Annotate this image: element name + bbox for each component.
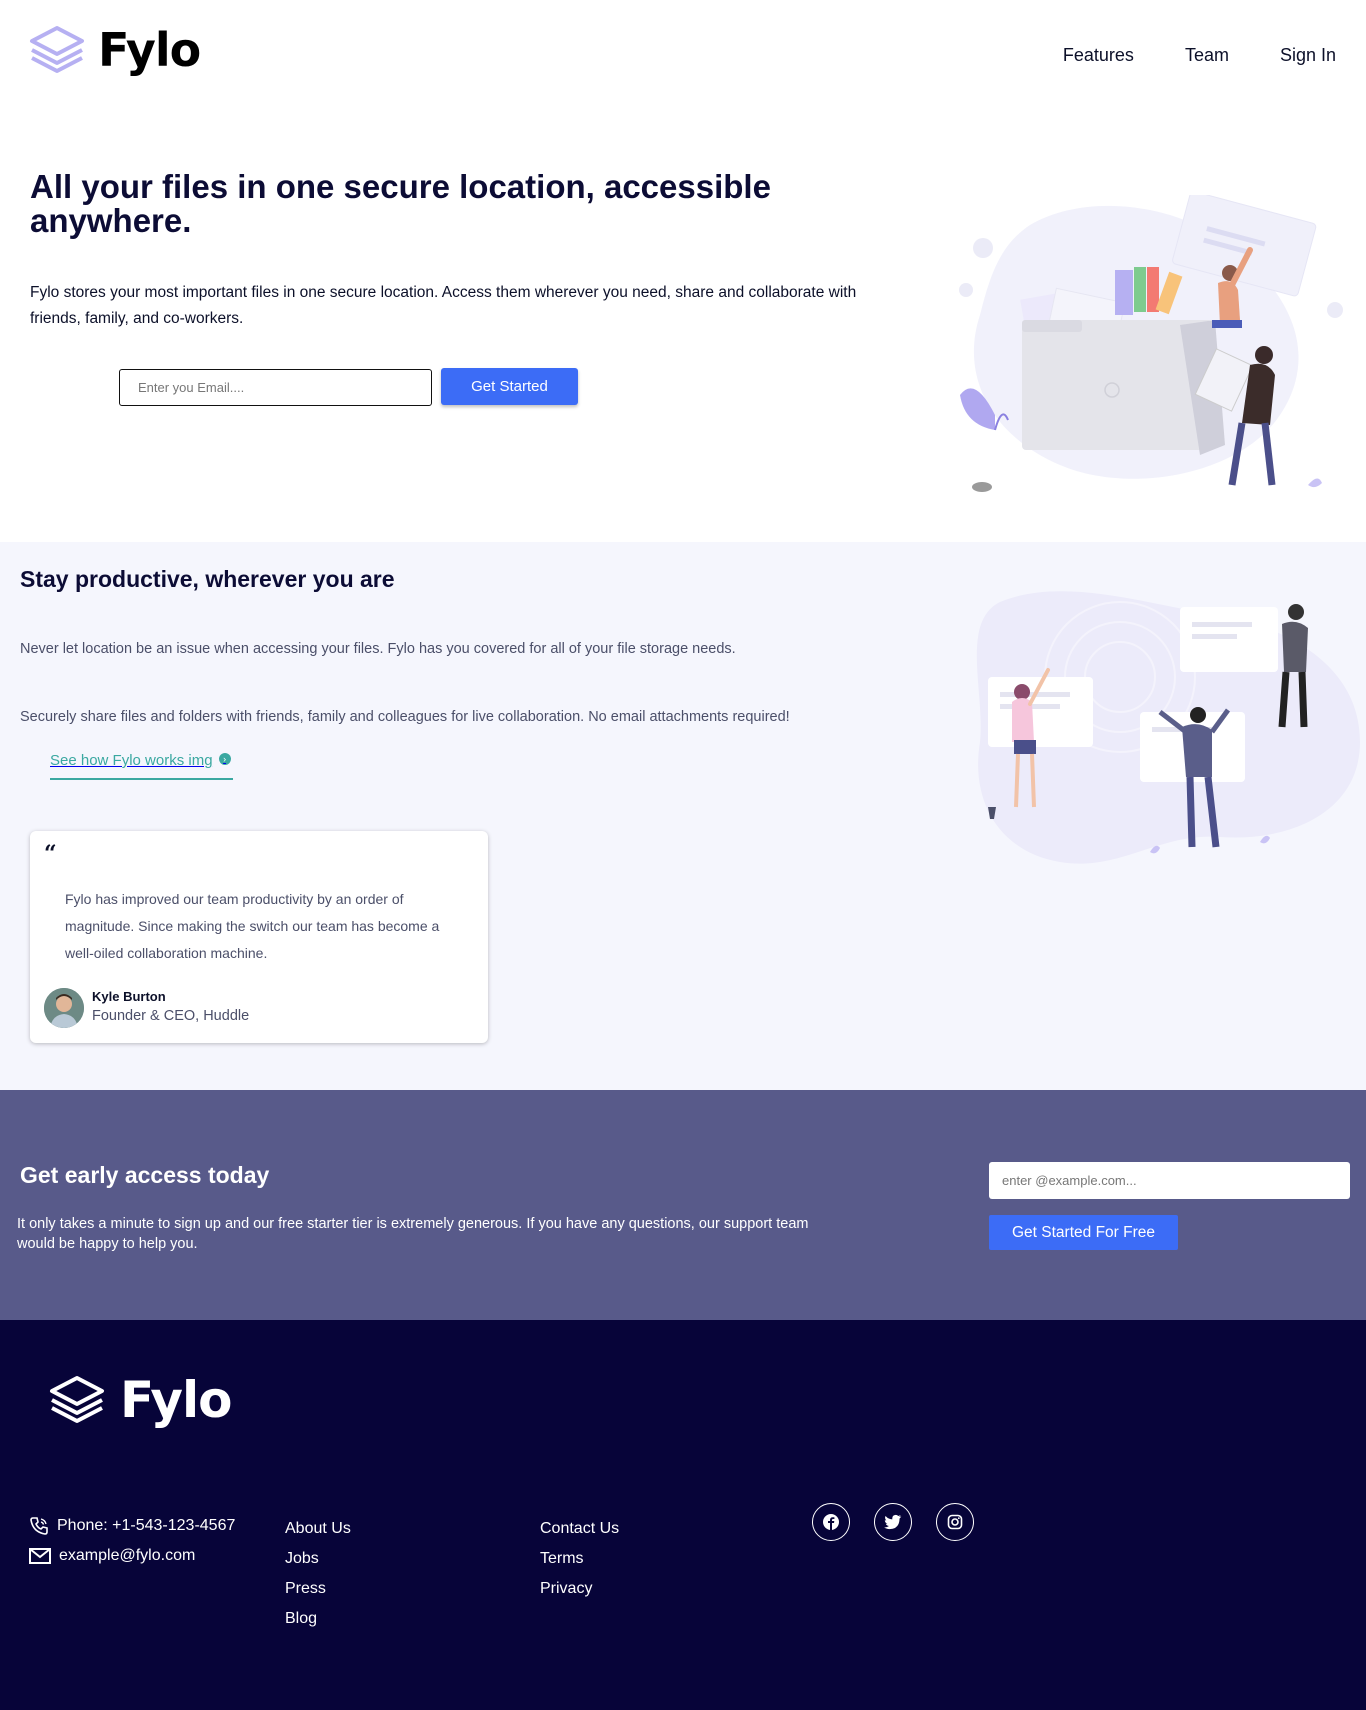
brand-logo[interactable]: Fylo: [28, 23, 201, 77]
main-nav: Features Team Sign In: [1063, 45, 1336, 66]
hero-email-input[interactable]: [119, 369, 432, 406]
see-how-fylo-works-link[interactable]: See how Fylo works img ›: [50, 752, 233, 780]
person-icon: [44, 988, 84, 1028]
facebook-icon: [823, 1514, 839, 1530]
twitter-link[interactable]: [874, 1503, 912, 1541]
productive-illustration: [976, 591, 1360, 864]
nav-sign-in[interactable]: Sign In: [1280, 45, 1336, 66]
get-started-for-free-button[interactable]: Get Started For Free: [989, 1215, 1178, 1250]
facebook-link[interactable]: [812, 1503, 850, 1541]
footer-phone-row: Phone: +1-543-123-4567: [29, 1511, 235, 1541]
early-access-email-input[interactable]: [989, 1162, 1350, 1199]
testimonial-text: Fylo has improved our team productivity …: [65, 891, 440, 961]
footer-link-privacy[interactable]: Privacy: [540, 1574, 619, 1604]
hero-description: Fylo stores your most important files in…: [30, 284, 857, 327]
nav-features[interactable]: Features: [1063, 45, 1134, 66]
productive-paragraph-1: Never let location be an issue when acce…: [20, 641, 736, 657]
testimonial-role: Founder & CEO, Huddle: [92, 1008, 250, 1024]
twitter-icon: [884, 1514, 902, 1530]
footer-links-column-2: Contact Us Terms Privacy: [540, 1514, 619, 1604]
early-access-title: Get early access today: [20, 1162, 270, 1188]
productive-title: Stay productive, wherever you are: [20, 566, 395, 592]
instagram-icon: [947, 1514, 963, 1530]
stack-icon: [50, 1376, 104, 1423]
hero-title: All your files in one secure location, a…: [30, 168, 771, 239]
instagram-link[interactable]: [936, 1503, 974, 1541]
footer-contact: Phone: +1-543-123-4567 example@fylo.com: [29, 1511, 235, 1571]
phone-icon: [30, 1517, 48, 1535]
social-links: [812, 1503, 974, 1541]
brand-name: Fylo: [98, 23, 201, 77]
mail-icon: [29, 1548, 51, 1564]
see-how-link-label: See how Fylo works img: [50, 752, 213, 769]
early-access-description: It only takes a minute to sign up and ou…: [17, 1216, 809, 1252]
footer-brand-logo[interactable]: Fylo: [48, 1371, 233, 1429]
stack-icon: [30, 26, 84, 73]
quote-icon: “: [44, 841, 57, 867]
site-header: Fylo Features Team Sign In: [0, 0, 1366, 110]
footer-link-terms[interactable]: Terms: [540, 1544, 619, 1574]
testimonial-card: “ Fylo has improved our team productivit…: [30, 831, 488, 1043]
footer-link-blog[interactable]: Blog: [285, 1604, 351, 1634]
testimonial-name: Kyle Burton: [92, 989, 166, 1004]
productive-paragraph-2: Securely share files and folders with fr…: [20, 709, 790, 725]
avatar: [44, 988, 84, 1028]
footer-link-press[interactable]: Press: [285, 1574, 351, 1604]
footer-email[interactable]: example@fylo.com: [59, 1547, 195, 1565]
arrow-right-icon: ›: [218, 753, 231, 765]
nav-team[interactable]: Team: [1185, 45, 1229, 66]
footer-link-contact-us[interactable]: Contact Us: [540, 1514, 619, 1544]
hero-illustration: [959, 195, 1343, 492]
footer-link-jobs[interactable]: Jobs: [285, 1544, 351, 1574]
site-footer: Fylo Phone: +1-543-123-4567 example@fylo…: [0, 1320, 1366, 1710]
footer-link-about-us[interactable]: About Us: [285, 1514, 351, 1544]
footer-brand-name: Fylo: [120, 1371, 233, 1429]
footer-links-column-1: About Us Jobs Press Blog: [285, 1514, 351, 1634]
footer-email-row: example@fylo.com: [29, 1541, 235, 1571]
get-started-button[interactable]: Get Started: [441, 368, 578, 405]
productive-section: Stay productive, wherever you are Never …: [0, 542, 1366, 1090]
early-access-section: Get early access today It only takes a m…: [0, 1090, 1366, 1320]
footer-phone: Phone: +1-543-123-4567: [57, 1517, 236, 1534]
